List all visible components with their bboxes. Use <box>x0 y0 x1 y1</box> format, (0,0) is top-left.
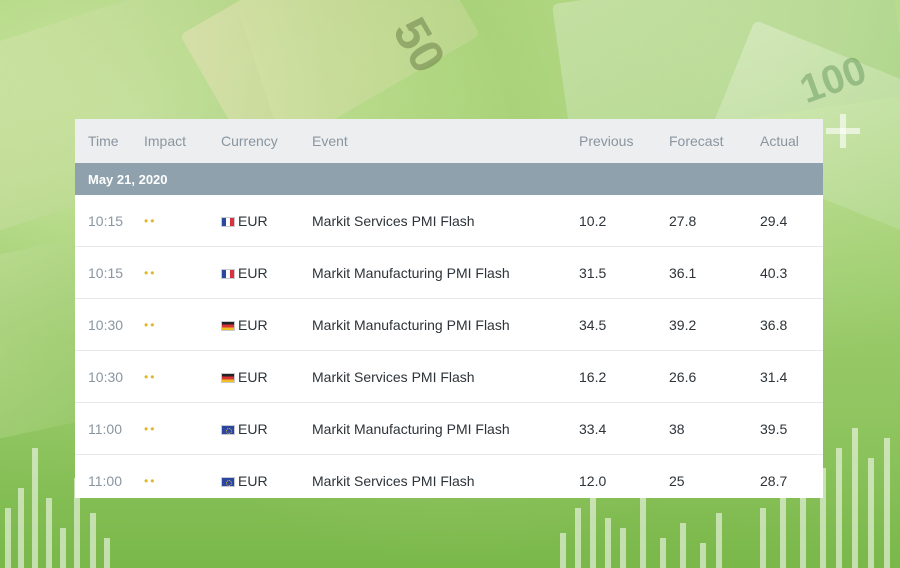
currency-code: EUR <box>238 212 268 229</box>
chart-bar-graphic <box>575 508 581 568</box>
chart-bar-graphic <box>60 528 66 568</box>
row-previous: 33.4 <box>579 420 607 437</box>
chart-bar-graphic <box>800 498 806 568</box>
row-currency: EUR <box>221 265 312 281</box>
currency-code: EUR <box>238 368 268 385</box>
header-previous: Previous <box>579 133 634 149</box>
row-event: Markit Manufacturing PMI Flash <box>312 420 510 437</box>
row-time: 10:30 <box>88 368 124 385</box>
impact-dots: •• <box>144 213 157 228</box>
row-currency: EUR <box>221 317 312 333</box>
eu-flag-icon <box>221 424 235 435</box>
row-event: Markit Manufacturing PMI Flash <box>312 264 510 281</box>
row-forecast: 27.8 <box>669 212 697 229</box>
chart-bar-graphic <box>104 538 110 568</box>
row-actual: 36.8 <box>760 316 788 333</box>
header-time: Time <box>88 133 119 149</box>
table-row[interactable]: 10:30 •• EUR Markit Manufacturing PMI Flash… <box>75 299 823 351</box>
row-previous: 16.2 <box>579 368 607 385</box>
chart-bar-graphic <box>560 533 566 568</box>
chart-bar-graphic <box>18 488 24 568</box>
chart-bar-graphic <box>32 448 38 568</box>
row-forecast: 39.2 <box>669 316 697 333</box>
impact-dots: •• <box>144 265 157 280</box>
header-forecast: Forecast <box>669 133 724 149</box>
chart-bar-graphic <box>620 528 626 568</box>
row-actual: 28.7 <box>760 472 788 489</box>
chart-bar-graphic <box>716 513 722 568</box>
row-time: 10:15 <box>88 264 124 281</box>
chart-bar-graphic <box>640 498 646 568</box>
currency-code: EUR <box>238 472 268 489</box>
currency-code: EUR <box>238 264 268 281</box>
france-flag-icon <box>221 216 235 227</box>
row-time: 10:15 <box>88 212 124 229</box>
header-event: Event <box>312 133 348 149</box>
row-forecast: 25 <box>669 472 685 489</box>
row-actual: 40.3 <box>760 264 788 281</box>
chart-bar-graphic <box>884 438 890 568</box>
row-event: Markit Manufacturing PMI Flash <box>312 316 510 333</box>
row-time: 11:00 <box>88 420 122 437</box>
impact-dots: •• <box>144 369 157 384</box>
impact-dots: •• <box>144 473 157 488</box>
chart-bar-graphic <box>852 428 858 568</box>
row-previous: 12.0 <box>579 472 607 489</box>
row-forecast: 36.1 <box>669 264 697 281</box>
economic-calendar-table: Time Impact Currency Event Previous Fore… <box>75 119 823 498</box>
row-time: 10:30 <box>88 316 124 333</box>
row-actual: 31.4 <box>760 368 788 385</box>
chart-bar-graphic <box>46 498 52 568</box>
header-actual: Actual <box>760 133 799 149</box>
row-previous: 34.5 <box>579 316 607 333</box>
row-event: Markit Services PMI Flash <box>312 212 475 229</box>
header-impact: Impact <box>144 133 187 149</box>
chart-bar-graphic <box>700 543 706 568</box>
table-row[interactable]: 10:30 •• EUR Markit Services PMI Flash 16.2 2… <box>75 351 823 403</box>
eu-flag-icon <box>221 476 235 487</box>
chart-bar-graphic <box>660 538 666 568</box>
table-body: 10:15 •• EUR Markit Services PMI Flash 10.2 2… <box>75 195 823 506</box>
row-currency: EUR <box>221 473 312 489</box>
row-actual: 29.4 <box>760 212 788 229</box>
table-header: Time Impact Currency Event Previous Fore… <box>75 119 823 163</box>
chart-bar-graphic <box>605 518 611 568</box>
chart-bar-graphic <box>5 508 11 568</box>
row-currency: EUR <box>221 213 312 229</box>
chart-bar-graphic <box>868 458 874 568</box>
row-previous: 10.2 <box>579 212 607 229</box>
table-row[interactable]: 10:15 •• EUR Markit Manufacturing PMI Flash… <box>75 247 823 299</box>
row-event: Markit Services PMI Flash <box>312 368 475 385</box>
currency-code: EUR <box>238 316 268 333</box>
row-forecast: 26.6 <box>669 368 697 385</box>
table-row[interactable]: 10:15 •• EUR Markit Services PMI Flash 10.2 2… <box>75 195 823 247</box>
swiss-cross-graphic <box>826 114 860 148</box>
row-actual: 39.5 <box>760 420 788 437</box>
germany-flag-icon <box>221 320 235 331</box>
currency-code: EUR <box>238 420 268 437</box>
chart-bar-graphic <box>760 508 766 568</box>
chart-bar-graphic <box>90 513 96 568</box>
header-currency: Currency <box>221 133 278 149</box>
date-group-header: May 21, 2020 <box>75 163 823 195</box>
row-previous: 31.5 <box>579 264 607 281</box>
chart-bar-graphic <box>836 448 842 568</box>
chart-bar-graphic <box>680 523 686 568</box>
germany-flag-icon <box>221 372 235 383</box>
row-event: Markit Services PMI Flash <box>312 472 475 489</box>
table-row[interactable]: 11:00 •• EUR Markit Services PMI Flash 12.0 2… <box>75 455 823 506</box>
impact-dots: •• <box>144 421 157 436</box>
row-currency: EUR <box>221 369 312 385</box>
row-time: 11:00 <box>88 472 122 489</box>
table-row[interactable]: 11:00 •• EUR Markit Manufacturing PMI Flash… <box>75 403 823 455</box>
france-flag-icon <box>221 268 235 279</box>
row-currency: EUR <box>221 421 312 437</box>
row-forecast: 38 <box>669 420 685 437</box>
impact-dots: •• <box>144 317 157 332</box>
